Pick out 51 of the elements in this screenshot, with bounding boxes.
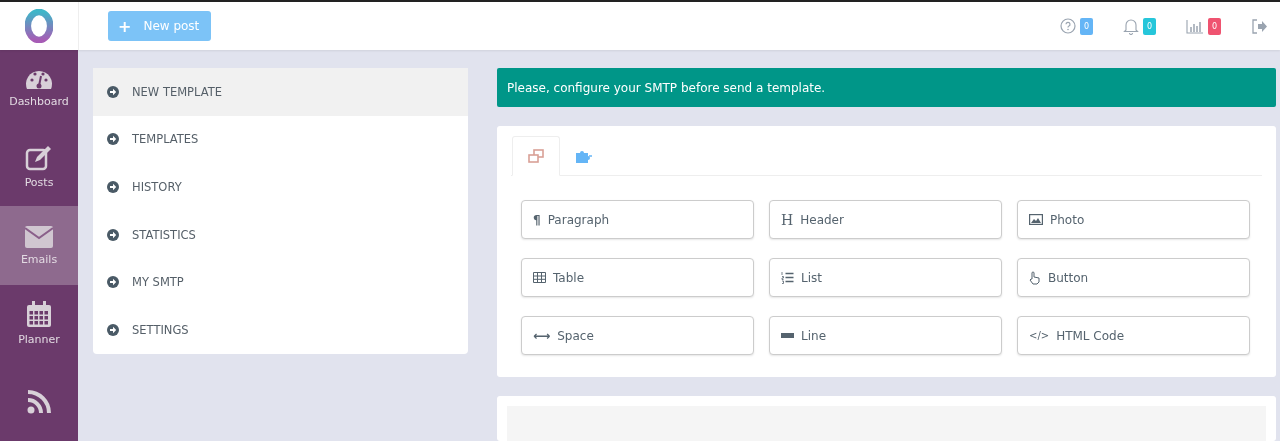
block-button[interactable]: ¶ Paragraph — [521, 200, 754, 239]
block-button[interactable]: Button — [1017, 258, 1250, 297]
arrow-circle-icon — [107, 85, 119, 98]
menu-item[interactable]: MY SMTP — [93, 258, 468, 306]
pilcrow-icon: ¶ — [533, 212, 541, 227]
count-badge: 0 — [1143, 17, 1156, 35]
arrow-circle-icon — [107, 323, 119, 336]
block-button[interactable]: Line — [769, 316, 1002, 355]
help-icon[interactable] — [1060, 18, 1076, 34]
arrow-circle-icon — [107, 181, 119, 193]
menu-item[interactable]: STATISTICS — [93, 210, 468, 259]
smtp-alert: Please, configure your SMTP before send a template. — [497, 68, 1276, 107]
menu-item[interactable]: TEMPLATES — [93, 115, 468, 164]
block-button[interactable]: ⟷ Space — [521, 316, 754, 355]
rail-item[interactable]: Emails — [0, 206, 78, 285]
rail-item[interactable]: Posts — [0, 128, 78, 207]
envelope-icon — [25, 225, 53, 248]
tab[interactable] — [512, 136, 560, 176]
windows-icon — [528, 149, 544, 163]
count-badge: 0 — [1080, 17, 1093, 35]
rail-item[interactable]: Dashboard — [0, 50, 78, 129]
bar-chart-icon[interactable] — [1186, 18, 1204, 34]
arrow-circle-icon — [107, 228, 119, 241]
block-button[interactable]: </> HTML Code — [1017, 316, 1250, 355]
rail-item[interactable]: Planner — [0, 284, 78, 363]
puzzle-icon — [575, 148, 593, 163]
gauge-icon — [24, 70, 54, 91]
logout-icon[interactable] — [1251, 18, 1268, 34]
notification-bell-icon[interactable] — [1123, 17, 1139, 35]
pointer-hand-icon — [1029, 270, 1041, 285]
calendar-icon — [26, 301, 52, 329]
horizontal-arrows-icon: ⟷ — [533, 328, 551, 343]
table-icon — [533, 272, 546, 283]
block-button[interactable]: H Header — [769, 200, 1002, 239]
block-button[interactable]: Table — [521, 258, 754, 297]
edit-icon — [25, 145, 53, 172]
image-icon — [1029, 214, 1043, 225]
code-icon: </> — [1029, 330, 1050, 341]
arrow-circle-icon — [107, 133, 119, 146]
rss-icon — [27, 389, 51, 414]
block-button[interactable]: List — [769, 258, 1002, 297]
horizontal-bar-icon — [781, 333, 794, 338]
count-badge: 0 — [1208, 17, 1221, 35]
menu-item[interactable]: HISTORY — [93, 163, 468, 211]
logo-icon — [25, 9, 53, 43]
menu-item[interactable]: NEW TEMPLATE — [93, 68, 468, 116]
arrow-circle-icon — [107, 276, 119, 289]
menu-item[interactable]: SETTINGS — [93, 305, 468, 354]
heading-icon: H — [781, 211, 794, 228]
block-button[interactable]: Photo — [1017, 200, 1250, 239]
numbered-list-icon — [781, 271, 794, 284]
